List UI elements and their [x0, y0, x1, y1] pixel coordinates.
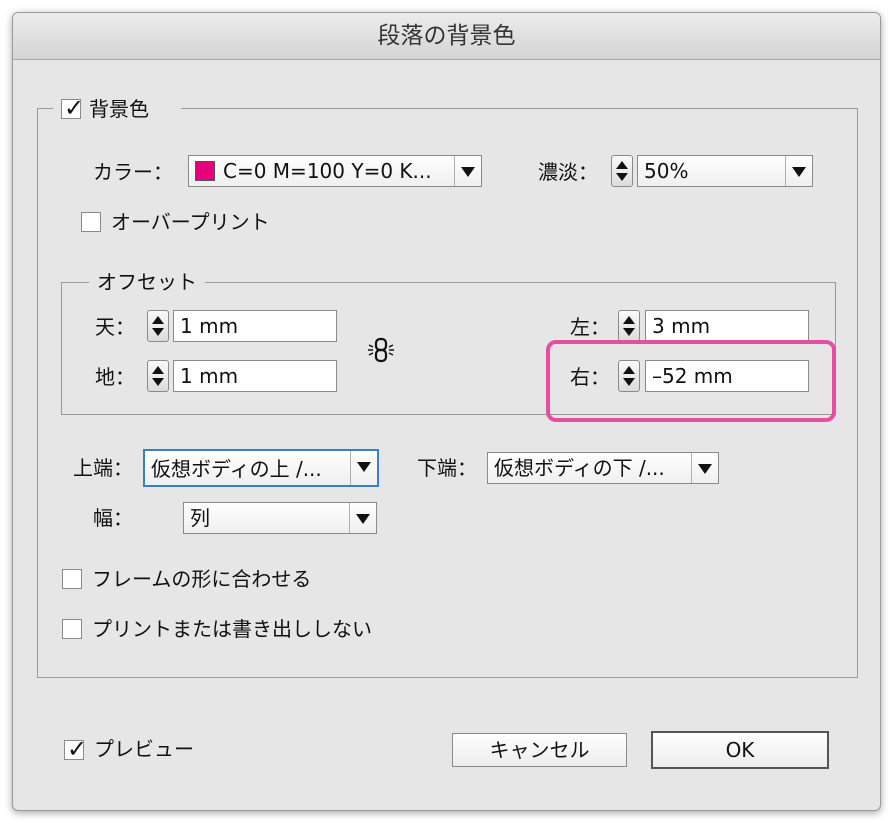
- left-offset-field[interactable]: 3 mm: [645, 310, 809, 342]
- width-value: 列: [190, 506, 210, 530]
- arrow-up-icon[interactable]: [152, 316, 164, 324]
- offset-legend: オフセット: [89, 268, 205, 296]
- bottom-offset-stepper[interactable]: [147, 360, 169, 392]
- width-dropdown[interactable]: 列: [183, 502, 377, 534]
- background-checkbox[interactable]: ✓: [61, 94, 84, 122]
- preview-label: プレビュー: [94, 737, 194, 761]
- cancel-button[interactable]: キャンセル: [452, 733, 627, 767]
- bottom-edge-dropdown[interactable]: 仮想ボディの下 /...: [487, 452, 719, 484]
- chain-link-icon[interactable]: [365, 336, 397, 364]
- top-edge-value: 仮想ボディの上 /...: [151, 457, 322, 481]
- arrow-down-icon[interactable]: [623, 328, 635, 336]
- tint-combobox[interactable]: 50%: [637, 155, 813, 187]
- checkmark-icon: ✓: [64, 94, 85, 122]
- paragraph-background-dialog: 段落の背景色 ✓ 背景色 カラー： C=0 M=100 Y=0 K... 濃淡：…: [12, 12, 881, 811]
- arrow-down-icon[interactable]: [152, 328, 164, 336]
- right-offset-highlight: [546, 340, 836, 422]
- fit-frame-label: フレームの形に合わせる: [92, 567, 312, 591]
- preview-checkbox[interactable]: ✓: [64, 735, 87, 763]
- color-swatch: [195, 161, 215, 181]
- arrow-down-icon[interactable]: [152, 378, 164, 386]
- ok-button[interactable]: OK: [651, 731, 829, 769]
- color-value: C=0 M=100 Y=0 K...: [223, 159, 432, 183]
- no-print-checkbox[interactable]: [62, 619, 82, 639]
- bottom-offset-field[interactable]: 1 mm: [173, 360, 337, 392]
- tint-label: 濃淡：: [538, 160, 598, 184]
- chevron-down-icon[interactable]: [785, 156, 812, 186]
- overprint-label: オーバープリント: [111, 210, 270, 234]
- no-print-label: プリントまたは書き出ししない: [92, 617, 372, 641]
- arrow-up-icon[interactable]: [623, 316, 635, 324]
- chevron-down-icon[interactable]: [454, 156, 481, 186]
- color-label: カラー：: [93, 160, 173, 184]
- top-edge-label: 上端：: [73, 456, 133, 480]
- fit-frame-checkbox[interactable]: [62, 569, 82, 589]
- top-edge-dropdown[interactable]: 仮想ボディの上 /...: [143, 449, 379, 487]
- color-dropdown[interactable]: C=0 M=100 Y=0 K...: [188, 155, 482, 187]
- left-offset-label: 左：: [570, 315, 610, 339]
- top-offset-label: 天：: [95, 315, 135, 339]
- dialog-title: 段落の背景色: [13, 13, 880, 60]
- arrow-down-icon[interactable]: [616, 173, 628, 181]
- background-legend: ✓ 背景色: [53, 94, 181, 123]
- chevron-down-icon[interactable]: [350, 451, 377, 485]
- top-offset-field[interactable]: 1 mm: [173, 310, 337, 342]
- tint-stepper[interactable]: [611, 155, 633, 187]
- width-label: 幅：: [93, 506, 133, 530]
- checkmark-icon: ✓: [67, 735, 88, 763]
- background-checkbox-label: 背景色: [89, 97, 149, 121]
- left-offset-stepper[interactable]: [618, 310, 640, 342]
- arrow-up-icon[interactable]: [616, 161, 628, 169]
- overprint-checkbox[interactable]: [81, 212, 101, 232]
- chevron-down-icon[interactable]: [349, 503, 376, 533]
- chevron-down-icon[interactable]: [691, 453, 718, 483]
- top-offset-stepper[interactable]: [147, 310, 169, 342]
- bottom-offset-label: 地：: [95, 365, 135, 389]
- bottom-edge-value: 仮想ボディの下 /...: [494, 456, 665, 480]
- tint-value: 50%: [644, 159, 689, 183]
- arrow-up-icon[interactable]: [152, 366, 164, 374]
- bottom-edge-label: 下端：: [417, 456, 477, 480]
